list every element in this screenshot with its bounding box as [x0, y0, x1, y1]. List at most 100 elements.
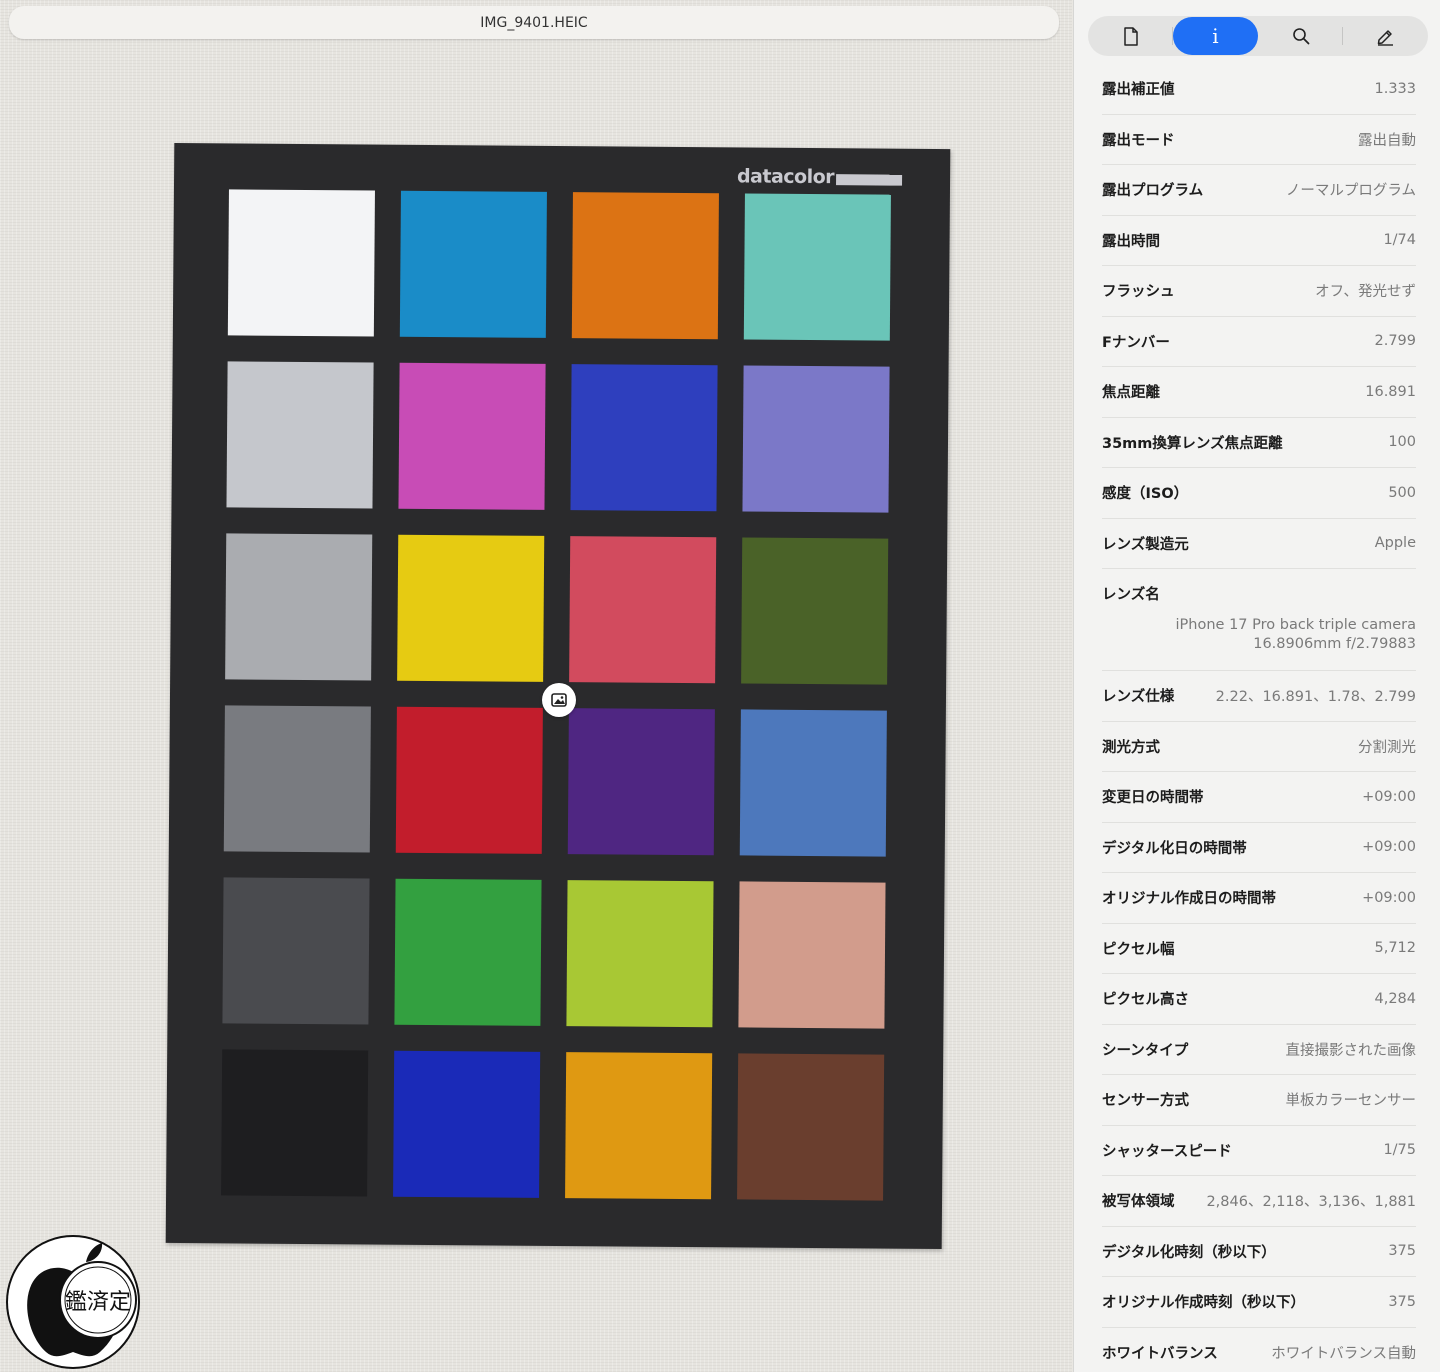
color-patch [569, 536, 717, 684]
metadata-row: オリジナル作成日の時間帯 +09:00 [1102, 873, 1416, 924]
metadata-row: 露出モード 露出自動 [1102, 115, 1416, 165]
metadata-label: オリジナル作成日の時間帯 [1102, 891, 1276, 908]
watermark-text: 鑑済定 [64, 1290, 131, 1315]
color-patch [226, 361, 374, 509]
metadata-row: 測光方式 分割測光 [1102, 722, 1416, 772]
color-patch [741, 537, 889, 685]
image-toggle-button[interactable] [542, 683, 576, 717]
color-patch [399, 190, 547, 338]
metadata-label: ピクセル高さ [1102, 992, 1189, 1009]
metadata-value: 直接撮影された画像 [1285, 1042, 1417, 1059]
image-icon [551, 693, 567, 707]
color-patch [227, 189, 375, 337]
metadata-label: シーンタイプ [1102, 1042, 1189, 1059]
metadata-label: ピクセル幅 [1102, 941, 1175, 958]
metadata-row: 露出プログラム ノーマルプログラム [1102, 165, 1416, 216]
metadata-value: +09:00 [1362, 788, 1416, 805]
color-patch [570, 364, 718, 512]
metadata-row: 焦点距離 16.891 [1102, 367, 1416, 418]
metadata-list: 露出補正値 1.333 露出モード 露出自動露出プログラム ノーマルプログラム露出時間 1… [1102, 64, 1416, 1372]
metadata-value: 375 [1388, 1243, 1416, 1260]
color-patch [398, 362, 546, 510]
search-icon [1292, 28, 1309, 45]
metadata-row: ピクセル幅 5,712 [1102, 924, 1416, 974]
metadata-value: +09:00 [1362, 839, 1416, 856]
metadata-row: シャッタースピード 1/75 [1102, 1126, 1416, 1176]
metadata-label: 露出プログラム [1102, 183, 1204, 200]
metadata-row: 被写体領域 2,846、2,118、3,136、1,881 [1102, 1176, 1416, 1227]
color-patch [566, 880, 714, 1028]
metadata-row: レンズ名 iPhone 17 Pro back triple camera 16.… [1102, 569, 1416, 671]
metadata-value: 1/75 [1383, 1142, 1416, 1159]
metadata-label: センサー方式 [1102, 1093, 1189, 1110]
metadata-row: シーンタイプ 直接撮影された画像 [1102, 1025, 1417, 1075]
brand-logo: datacolor [736, 165, 903, 189]
metadata-value: ホワイトバランス自動 [1271, 1345, 1416, 1362]
metadata-label: 露出補正値 [1102, 82, 1175, 99]
metadata-label: 感度（ISO） [1102, 486, 1189, 503]
metadata-value: 5,712 [1374, 940, 1416, 957]
metadata-label: 変更日の時間帯 [1102, 790, 1204, 807]
metadata-value: 2,846、2,118、3,136、1,881 [1206, 1194, 1416, 1211]
metadata-label: シャッタースピード [1102, 1143, 1232, 1160]
metadata-value: 375 [1388, 1293, 1416, 1310]
color-patch [739, 709, 887, 857]
inspector-panel: i 露出補正値 1.333 露出モード 露出自動露出プログラム ノーマルプログラム露出時… [1073, 0, 1440, 1372]
metadata-row: センサー方式 単板カラーセンサー [1102, 1075, 1416, 1126]
tab-document[interactable] [1088, 17, 1173, 55]
color-patch [397, 534, 545, 682]
metadata-row: フラッシュ オフ、発光せず [1102, 266, 1416, 317]
info-icon: i [1212, 24, 1219, 48]
metadata-label: オリジナル作成時刻（秒以下） [1102, 1295, 1305, 1312]
metadata-label: ホワイトバランス [1102, 1345, 1218, 1362]
file-title: IMG_9401.HEIC [480, 14, 588, 31]
inspector-tabs: i [1088, 16, 1428, 56]
color-patch [225, 533, 373, 681]
metadata-label: デジタル化時刻（秒以下） [1102, 1244, 1276, 1261]
color-patch [737, 1053, 885, 1201]
metadata-row: ホワイトバランス ホワイトバランス自動 [1102, 1328, 1416, 1372]
metadata-row: 感度（ISO） 500 [1102, 468, 1416, 519]
color-patch [743, 193, 891, 341]
metadata-label: レンズ製造元 [1102, 536, 1189, 553]
metadata-label: フラッシュ [1102, 284, 1175, 301]
color-patch [567, 708, 715, 856]
metadata-label: 露出時間 [1102, 233, 1160, 250]
metadata-value: オフ、発光せず [1315, 284, 1416, 301]
metadata-label: 測光方式 [1102, 739, 1160, 756]
metadata-value: 1.333 [1374, 80, 1416, 97]
color-patch [223, 705, 371, 853]
color-patch [394, 878, 542, 1026]
color-patch [395, 706, 543, 854]
apple-watermark-logo: 鑑済定 [2, 1232, 144, 1372]
metadata-row: 35mm換算レンズ焦点距離 100 [1102, 418, 1416, 468]
window-titlebar[interactable]: IMG_9401.HEIC [9, 6, 1059, 39]
brand-text: datacolor [736, 165, 835, 189]
tab-search[interactable] [1258, 17, 1343, 55]
metadata-value: 2.22、16.891、1.78、2.799 [1215, 689, 1416, 706]
color-patch [222, 877, 370, 1025]
metadata-row: デジタル化時刻（秒以下） 375 [1102, 1227, 1416, 1277]
metadata-row: レンズ仕様 2.22、16.891、1.78、2.799 [1102, 671, 1416, 722]
metadata-value: 100 [1388, 434, 1416, 451]
metadata-row: 露出時間 1/74 [1102, 216, 1416, 266]
metadata-value: 500 [1388, 484, 1416, 501]
color-patch [738, 881, 886, 1029]
photo-viewer: IMG_9401.HEIC datacolor 鑑済定 [0, 0, 1072, 1372]
metadata-value: 1/74 [1383, 232, 1416, 249]
metadata-value: 露出自動 [1358, 132, 1416, 149]
metadata-value: 単板カラーセンサー [1285, 1093, 1417, 1110]
pencil-icon [1377, 29, 1393, 46]
metadata-row: レンズ製造元 Apple [1102, 519, 1416, 569]
metadata-row: Fナンバー 2.799 [1102, 317, 1416, 367]
metadata-label: デジタル化日の時間帯 [1102, 840, 1247, 857]
metadata-label: レンズ名 [1102, 587, 1160, 603]
metadata-value: ノーマルプログラム [1285, 183, 1416, 200]
tab-info[interactable]: i [1173, 17, 1258, 55]
metadata-label: レンズ仕様 [1102, 689, 1175, 706]
color-patch [221, 1049, 369, 1197]
metadata-value: iPhone 17 Pro back triple camera 16.8906… [1175, 617, 1416, 652]
tab-markup[interactable] [1343, 17, 1428, 55]
color-patch [571, 192, 719, 340]
metadata-label: 焦点距離 [1102, 385, 1160, 402]
